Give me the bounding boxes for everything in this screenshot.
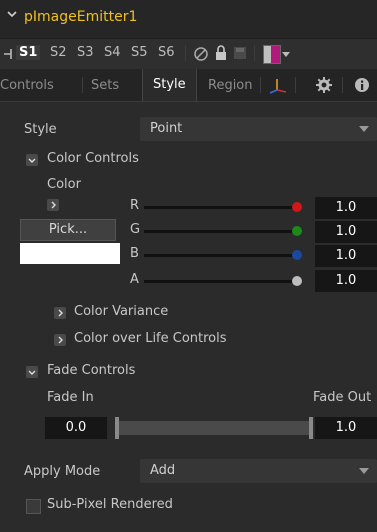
channel-r-slider[interactable] <box>144 206 300 209</box>
fade-in-value[interactable]: 0.0 <box>45 417 107 439</box>
slot-toolbar: S1 S2 S3 S4 S5 S6 <box>0 38 377 69</box>
channel-r-handle[interactable] <box>292 202 302 212</box>
fade-controls-expander[interactable] <box>26 366 38 378</box>
fade-out-handle[interactable] <box>309 417 313 439</box>
fade-in-handle[interactable] <box>115 417 119 439</box>
info-icon[interactable] <box>354 77 370 93</box>
channel-b-value[interactable]: 1.0 <box>315 245 377 267</box>
pin-icon[interactable] <box>3 47 15 61</box>
apply-mode-dropdown[interactable]: Add <box>140 459 377 483</box>
color-over-life-expander[interactable] <box>54 334 66 346</box>
channel-b-handle[interactable] <box>292 250 302 260</box>
disable-icon[interactable] <box>193 46 209 62</box>
channel-g-value[interactable]: 1.0 <box>315 221 377 243</box>
save-icon[interactable] <box>233 46 247 60</box>
channel-g-handle[interactable] <box>292 226 302 236</box>
chevron-down-icon <box>28 158 36 163</box>
channel-r-value[interactable]: 1.0 <box>315 197 377 219</box>
channel-g-label: G <box>130 222 141 237</box>
chevron-right-icon <box>58 336 63 344</box>
color-controls-header: Color Controls <box>47 151 139 166</box>
channel-b-label: B <box>130 246 139 261</box>
slot-s4[interactable]: S4 <box>104 45 121 60</box>
lock-icon[interactable] <box>214 45 228 61</box>
apply-mode-dropdown-value: Add <box>150 463 176 478</box>
slot-s2[interactable]: S2 <box>50 45 67 60</box>
channel-g-slider[interactable] <box>144 230 300 233</box>
tab-sets[interactable]: Sets <box>91 78 119 93</box>
style-dropdown[interactable]: Point <box>140 117 377 141</box>
color-controls-expander[interactable] <box>26 154 38 166</box>
chevron-right-icon <box>58 309 63 317</box>
color-swatch-icon[interactable] <box>263 45 281 64</box>
slot-s6[interactable]: S6 <box>158 45 175 60</box>
axis-icon[interactable] <box>268 76 288 94</box>
color-swatch[interactable] <box>20 243 120 264</box>
color-over-life-header[interactable]: Color over Life Controls <box>74 331 227 346</box>
channel-a-slider[interactable] <box>144 280 300 283</box>
fade-in-label: Fade In <box>47 390 94 405</box>
channel-a-label: A <box>130 272 139 287</box>
fade-range-slider[interactable] <box>115 421 313 435</box>
channel-b-slider[interactable] <box>144 254 300 257</box>
color-variance-header[interactable]: Color Variance <box>74 304 168 319</box>
color-label: Color <box>47 177 81 192</box>
slot-s3[interactable]: S3 <box>77 45 94 60</box>
sub-pixel-label: Sub-Pixel Rendered <box>47 497 173 512</box>
slot-s5[interactable]: S5 <box>131 45 148 60</box>
gear-icon[interactable] <box>316 77 332 93</box>
tab-bar: Controls Sets Style Region <box>0 69 377 102</box>
chevron-down-icon[interactable] <box>6 8 18 20</box>
node-title: pImageEmitter1 <box>24 9 138 25</box>
tab-region[interactable]: Region <box>208 78 253 93</box>
fade-out-label: Fade Out <box>313 390 372 405</box>
chevron-right-icon <box>51 201 56 209</box>
channel-a-value[interactable]: 1.0 <box>315 270 377 292</box>
tab-style[interactable]: Style <box>142 69 197 101</box>
chevron-down-icon <box>28 370 36 375</box>
dropdown-arrow-icon[interactable] <box>282 52 290 58</box>
color-expander[interactable] <box>47 199 59 211</box>
chevron-down-icon <box>359 468 369 474</box>
sub-pixel-checkbox[interactable] <box>26 499 41 514</box>
apply-mode-label: Apply Mode <box>24 464 101 479</box>
color-variance-expander[interactable] <box>54 307 66 319</box>
pick-button[interactable]: Pick... <box>20 219 116 241</box>
fade-controls-header: Fade Controls <box>47 363 136 378</box>
style-dropdown-value: Point <box>150 121 183 136</box>
tab-controls[interactable]: Controls <box>0 78 54 93</box>
node-header: pImageEmitter1 <box>0 0 377 38</box>
channel-a-handle[interactable] <box>292 276 302 286</box>
channel-r-label: R <box>130 198 140 213</box>
chevron-down-icon <box>359 126 369 132</box>
fade-out-value[interactable]: 1.0 <box>315 417 377 439</box>
slot-s1[interactable]: S1 <box>16 45 41 60</box>
style-label: Style <box>24 122 57 137</box>
